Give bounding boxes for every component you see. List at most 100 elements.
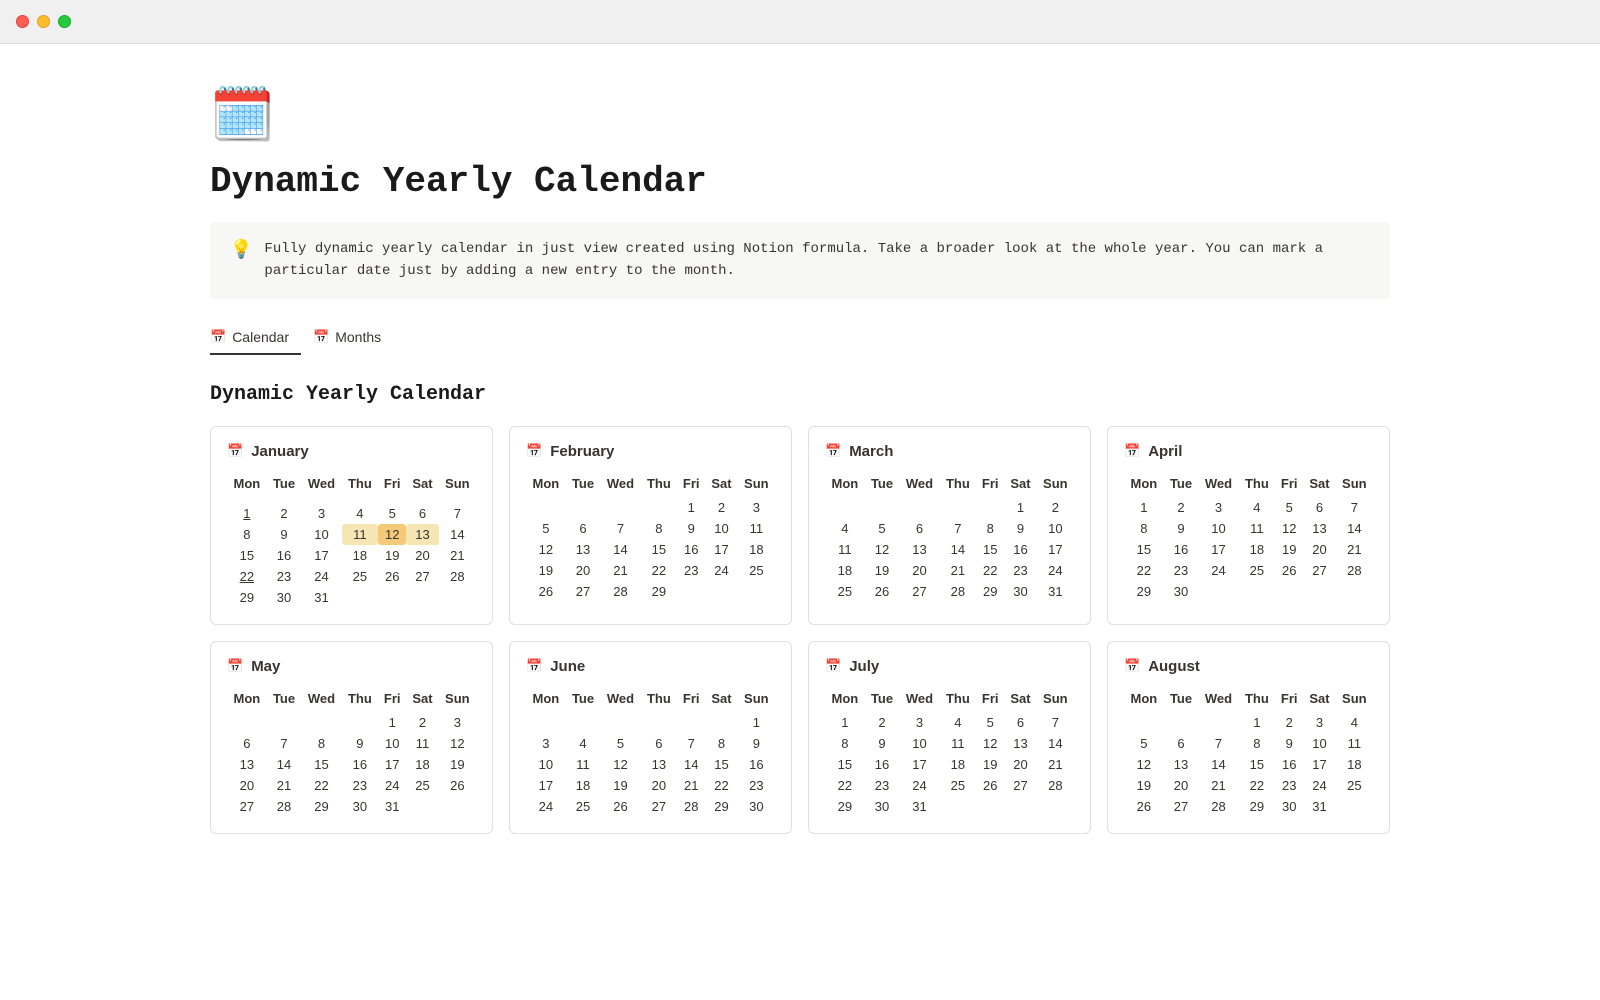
calendar-day[interactable]: 24	[1037, 560, 1074, 581]
calendar-day[interactable]: 12	[439, 733, 476, 754]
calendar-day[interactable]: 1	[677, 497, 705, 518]
calendar-day[interactable]: 24	[526, 796, 566, 817]
calendar-day[interactable]: 5	[378, 503, 406, 524]
calendar-day[interactable]	[1336, 796, 1373, 817]
calendar-day[interactable]: 28	[267, 796, 302, 817]
calendar-day[interactable]	[1239, 581, 1275, 602]
calendar-day[interactable]: 18	[825, 560, 865, 581]
calendar-day[interactable]: 2	[705, 497, 737, 518]
calendar-day[interactable]: 27	[566, 581, 601, 602]
calendar-day[interactable]	[600, 712, 640, 733]
calendar-day[interactable]: 25	[566, 796, 601, 817]
calendar-day[interactable]: 19	[600, 775, 640, 796]
calendar-day[interactable]: 1	[227, 503, 267, 524]
calendar-day[interactable]: 1	[1124, 497, 1164, 518]
calendar-day[interactable]: 30	[865, 796, 900, 817]
calendar-day[interactable]: 5	[865, 518, 900, 539]
calendar-day[interactable]	[1303, 581, 1335, 602]
calendar-day[interactable]: 30	[1275, 796, 1303, 817]
calendar-day[interactable]: 8	[641, 518, 677, 539]
calendar-day[interactable]: 16	[267, 545, 302, 566]
calendar-day[interactable]	[825, 497, 865, 518]
calendar-day[interactable]: 11	[566, 754, 601, 775]
calendar-day[interactable]: 18	[342, 545, 378, 566]
calendar-day[interactable]: 31	[1303, 796, 1335, 817]
calendar-day[interactable]: 23	[1004, 560, 1036, 581]
calendar-day[interactable]: 15	[976, 539, 1004, 560]
calendar-day[interactable]	[342, 712, 378, 733]
calendar-day[interactable]: 12	[600, 754, 640, 775]
calendar-day[interactable]: 17	[1037, 539, 1074, 560]
calendar-day[interactable]	[566, 712, 601, 733]
calendar-day[interactable]: 11	[825, 539, 865, 560]
minimize-button[interactable]	[37, 15, 50, 28]
calendar-day[interactable]: 7	[600, 518, 640, 539]
calendar-day[interactable]: 8	[1239, 733, 1275, 754]
calendar-day[interactable]: 3	[1303, 712, 1335, 733]
calendar-day[interactable]: 28	[677, 796, 705, 817]
calendar-day[interactable]: 29	[1124, 581, 1164, 602]
calendar-day[interactable]: 23	[738, 775, 775, 796]
calendar-day[interactable]: 17	[1303, 754, 1335, 775]
calendar-day[interactable]: 10	[899, 733, 939, 754]
calendar-day[interactable]: 12	[1275, 518, 1303, 539]
calendar-day[interactable]: 19	[439, 754, 476, 775]
calendar-day[interactable]: 13	[1004, 733, 1036, 754]
calendar-day[interactable]: 14	[940, 539, 976, 560]
close-button[interactable]	[16, 15, 29, 28]
calendar-day[interactable]: 18	[1336, 754, 1373, 775]
calendar-day[interactable]: 23	[1275, 775, 1303, 796]
calendar-day[interactable]: 27	[899, 581, 939, 602]
calendar-day[interactable]: 25	[1336, 775, 1373, 796]
calendar-day[interactable]: 29	[227, 587, 267, 608]
calendar-day[interactable]: 26	[378, 566, 406, 587]
calendar-day[interactable]: 7	[1037, 712, 1074, 733]
calendar-day[interactable]: 14	[1037, 733, 1074, 754]
calendar-day[interactable]: 5	[600, 733, 640, 754]
calendar-day[interactable]: 17	[705, 539, 737, 560]
calendar-day[interactable]: 28	[1336, 560, 1373, 581]
calendar-day[interactable]: 5	[976, 712, 1004, 733]
calendar-day[interactable]: 7	[1198, 733, 1238, 754]
calendar-day[interactable]: 21	[940, 560, 976, 581]
calendar-day[interactable]: 2	[267, 503, 302, 524]
calendar-day[interactable]: 26	[976, 775, 1004, 796]
calendar-day[interactable]: 13	[406, 524, 438, 545]
calendar-day[interactable]: 1	[378, 712, 406, 733]
calendar-day[interactable]	[865, 497, 900, 518]
calendar-day[interactable]: 26	[865, 581, 900, 602]
calendar-day[interactable]: 14	[1336, 518, 1373, 539]
calendar-day[interactable]: 11	[1239, 518, 1275, 539]
calendar-day[interactable]: 9	[1275, 733, 1303, 754]
calendar-day[interactable]: 19	[865, 560, 900, 581]
calendar-day[interactable]: 20	[1164, 775, 1199, 796]
calendar-day[interactable]: 21	[1336, 539, 1373, 560]
calendar-day[interactable]	[342, 587, 378, 608]
calendar-day[interactable]: 3	[1198, 497, 1238, 518]
calendar-day[interactable]: 11	[1336, 733, 1373, 754]
calendar-day[interactable]: 17	[526, 775, 566, 796]
calendar-day[interactable]: 16	[1275, 754, 1303, 775]
calendar-day[interactable]: 21	[1198, 775, 1238, 796]
calendar-day[interactable]: 16	[1004, 539, 1036, 560]
calendar-day[interactable]: 22	[1124, 560, 1164, 581]
calendar-day[interactable]	[439, 796, 476, 817]
calendar-day[interactable]: 4	[940, 712, 976, 733]
calendar-day[interactable]: 6	[899, 518, 939, 539]
calendar-day[interactable]	[1164, 712, 1199, 733]
calendar-day[interactable]	[1275, 581, 1303, 602]
calendar-day[interactable]: 30	[1004, 581, 1036, 602]
calendar-day[interactable]: 4	[342, 503, 378, 524]
calendar-day[interactable]: 19	[526, 560, 566, 581]
tab-calendar[interactable]: 📅 Calendar	[210, 323, 301, 355]
calendar-day[interactable]: 25	[406, 775, 438, 796]
calendar-day[interactable]: 15	[705, 754, 737, 775]
calendar-day[interactable]: 18	[566, 775, 601, 796]
calendar-day[interactable]: 24	[705, 560, 737, 581]
calendar-day[interactable]: 15	[1124, 539, 1164, 560]
calendar-day[interactable]: 30	[267, 587, 302, 608]
calendar-day[interactable]: 18	[406, 754, 438, 775]
calendar-day[interactable]: 26	[439, 775, 476, 796]
calendar-day[interactable]: 10	[1198, 518, 1238, 539]
calendar-day[interactable]: 21	[600, 560, 640, 581]
